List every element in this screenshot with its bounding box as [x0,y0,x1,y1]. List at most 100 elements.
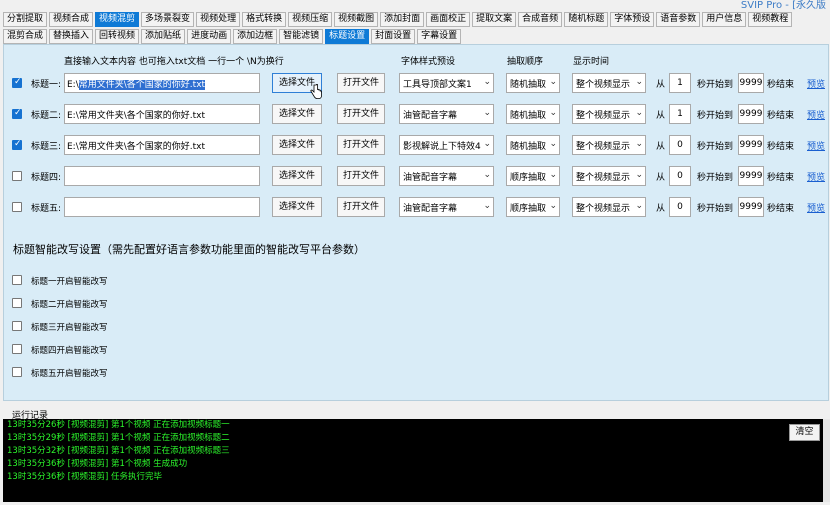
tab-video-mix[interactable]: 视频混剪 [95,12,140,27]
title-4-end-input[interactable]: 9999 [738,166,764,186]
title-1-input-selection: 常用文件夹\各个国家的你好.txt [78,80,206,90]
title-5-order-select[interactable]: 顺序抽取 ⌄ [506,197,560,217]
title-2-font-select[interactable]: 油管配音字幕 ⌄ [399,104,494,124]
tab-random-title[interactable]: 随机标题 [564,12,609,27]
subtab-sticker[interactable]: 添加贴纸 [141,29,186,44]
chevron-down-icon: ⌄ [549,108,557,118]
title-4-order-select[interactable]: 顺序抽取 ⌄ [506,166,560,186]
subtab-cover[interactable]: 封面设置 [371,29,416,44]
title-1-display-select[interactable]: 整个视频显示 ⌄ [572,73,646,93]
chevron-down-icon: ⌄ [549,201,557,211]
tab-video-merge[interactable]: 视频合成 [49,12,94,27]
title-5-select-file-button[interactable]: 选择文件 [272,197,322,217]
subtab-subtitle[interactable]: 字幕设置 [417,29,462,44]
tab-extract-text[interactable]: 提取文案 [472,12,517,27]
title-3-checkbox[interactable] [12,139,22,150]
title-2-preview-link[interactable]: 预览 [807,108,825,121]
log-scrollbar[interactable] [823,419,830,502]
title-2-display-select[interactable]: 整个视频显示 ⌄ [572,104,646,124]
title-1-open-file-button[interactable]: 打开文件 [337,73,385,93]
title-2-select-file-button[interactable]: 选择文件 [272,104,322,124]
title-5-checkbox[interactable] [12,202,22,212]
title-3-input[interactable]: E:\常用文件夹\各个国家的你好.txt [64,135,260,155]
title-2-checkbox[interactable] [12,108,22,119]
order-header: 抽取顺序 [507,57,544,67]
tab-audio[interactable]: 合成音频 [518,12,563,27]
log-line: 13时35分32秒 [视频混剪] 第1个视频 正在添加视频标题三 [7,446,230,456]
title-3-select-file-button[interactable]: 选择文件 [272,135,322,155]
subtab-replace[interactable]: 替换插入 [49,29,94,44]
smart-rewrite-1-checkbox[interactable] [12,275,22,285]
title-4-display-select[interactable]: 整个视频显示 ⌄ [572,166,646,186]
tab-video-process[interactable]: 视频处理 [196,12,241,27]
title-3-preview-link[interactable]: 预览 [807,139,825,152]
from-label: 从 [656,204,666,214]
title-1-input[interactable]: E:\常用文件夹\各个国家的你好.txt [64,73,260,93]
clear-log-button[interactable]: 清空 [789,424,820,441]
smart-rewrite-1-label: 标题一开启智能改写 [31,277,108,287]
title-5-preview-link[interactable]: 预览 [807,201,825,214]
title-5-input[interactable] [64,197,260,217]
title-4-checkbox[interactable] [12,171,22,181]
title-4-font-select[interactable]: 油管配音字幕 ⌄ [399,166,494,186]
tab-multi-scene[interactable]: 多场景裂变 [141,12,195,27]
smart-rewrite-2-checkbox[interactable] [12,298,22,308]
title-5-display-select[interactable]: 整个视频显示 ⌄ [572,197,646,217]
title-3-end-input[interactable]: 9999 [738,135,764,155]
title-3-open-file-button[interactable]: 打开文件 [337,135,385,155]
subtab-title-settings[interactable]: 标题设置 [325,29,370,44]
subtab-filter[interactable]: 智能滤镜 [279,29,324,44]
title-3-order-select[interactable]: 随机抽取 ⌄ [506,135,560,155]
title-5-font-select[interactable]: 油管配音字幕 ⌄ [399,197,494,217]
tab-font-preset[interactable]: 字体预设 [610,12,655,27]
title-4-input[interactable] [64,166,260,186]
log-console[interactable]: 13时35分26秒 [视频混剪] 第1个视频 正在添加视频标题一 13时35分2… [3,419,823,502]
main-tab-bar: 分割提取 视频合成 视频混剪 多场景裂变 视频处理 格式转换 视频压缩 视频截图… [3,12,793,27]
title-1-order-select[interactable]: 随机抽取 ⌄ [506,73,560,93]
subtab-mix-merge[interactable]: 混剪合成 [3,29,48,44]
end-suffix-label: 秒结束 [767,111,795,121]
title-5-end-input[interactable]: 9999 [738,197,764,217]
tab-tutorial[interactable]: 视频教程 [748,12,793,27]
tab-screenshot[interactable]: 视频截图 [334,12,379,27]
title-1-start-input[interactable]: 1 [669,73,691,93]
title-1-checkbox[interactable] [12,77,22,88]
title-2-start-input[interactable]: 1 [669,104,691,124]
title-2-end-input[interactable]: 9999 [738,104,764,124]
title-1-font-select[interactable]: 工具导顶部文案1 ⌄ [399,73,494,93]
title-2-open-file-button[interactable]: 打开文件 [337,104,385,124]
tab-correct[interactable]: 画面校正 [426,12,471,27]
title-row-1: 标题一: E:\常用文件夹\各个国家的你好.txt 选择文件 打开文件 工具导顶… [0,73,830,93]
title-1-font-value: 工具导顶部文案1 [403,80,472,90]
title-4-preview-link[interactable]: 预览 [807,170,825,183]
title-2-font-value: 油管配音字幕 [403,111,458,121]
title-3-start-input[interactable]: 0 [669,135,691,155]
title-4-start-input[interactable]: 0 [669,166,691,186]
title-2-order-select[interactable]: 随机抽取 ⌄ [506,104,560,124]
display-header: 显示时间 [573,57,610,67]
title-3-font-select[interactable]: 影视解说上下特效4 ⌄ [399,135,494,155]
title-row-3: 标题三: E:\常用文件夹\各个国家的你好.txt 选择文件 打开文件 影视解说… [0,135,830,155]
tab-split[interactable]: 分割提取 [3,12,48,27]
tab-format[interactable]: 格式转换 [242,12,287,27]
subtab-progress[interactable]: 进度动画 [187,29,232,44]
title-1-preview-link[interactable]: 预览 [807,77,825,90]
title-3-order-value: 随机抽取 [510,142,547,152]
smart-rewrite-5-checkbox[interactable] [12,367,22,377]
subtab-border[interactable]: 添加边框 [233,29,278,44]
title-2-input[interactable]: E:\常用文件夹\各个国家的你好.txt [64,104,260,124]
title-5-open-file-button[interactable]: 打开文件 [337,197,385,217]
title-4-select-file-button[interactable]: 选择文件 [272,166,322,186]
title-4-open-file-button[interactable]: 打开文件 [337,166,385,186]
smart-rewrite-4-checkbox[interactable] [12,344,22,354]
smart-rewrite-3-checkbox[interactable] [12,321,22,331]
title-5-start-input[interactable]: 0 [669,197,691,217]
tab-user[interactable]: 用户信息 [702,12,747,27]
title-1-display-value: 整个视频显示 [576,80,631,90]
title-3-display-select[interactable]: 整个视频显示 ⌄ [572,135,646,155]
subtab-reverse[interactable]: 回转视频 [95,29,140,44]
title-1-end-input[interactable]: 9999 [738,73,764,93]
tab-cover[interactable]: 添加封面 [380,12,425,27]
tab-voice[interactable]: 语音参数 [656,12,701,27]
tab-compress[interactable]: 视频压缩 [288,12,333,27]
